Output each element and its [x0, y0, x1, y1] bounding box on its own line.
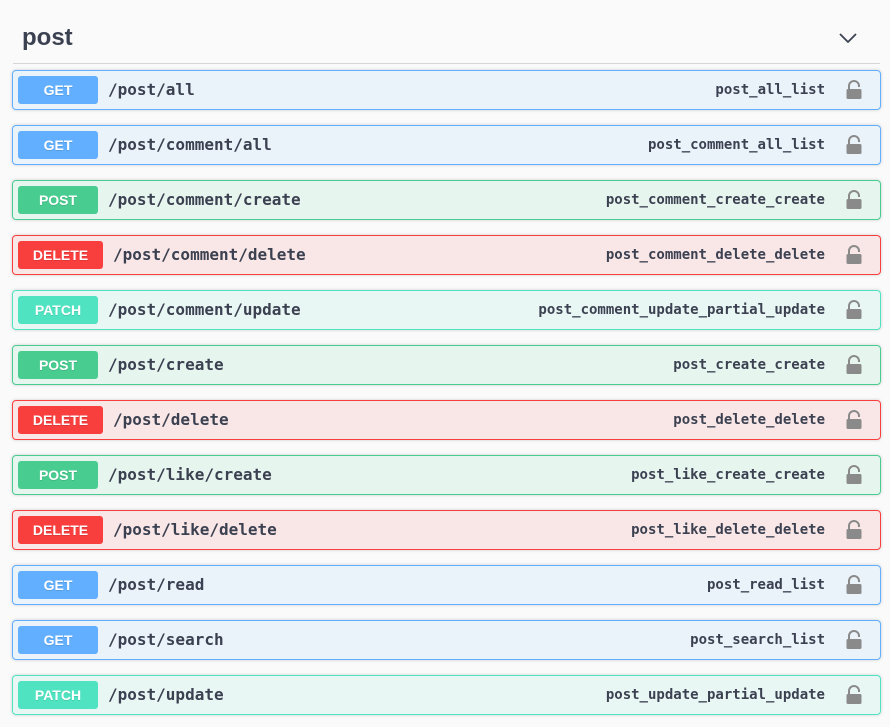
- operation-id: post_comment_create_create: [605, 192, 825, 208]
- operation-path: /post/read: [108, 575, 205, 594]
- operation-path: /post/create: [108, 355, 224, 374]
- operation-id: post_update_partial_update: [605, 687, 825, 703]
- lock-icon[interactable]: [845, 135, 863, 155]
- method-badge: DELETE: [18, 406, 103, 434]
- tag-header[interactable]: post: [13, 14, 880, 64]
- operation-row-post[interactable]: POST/post/comment/create post_comment_cre…: [12, 180, 881, 220]
- operation-path: /post/all: [108, 80, 195, 99]
- operation-id: post_comment_all_list: [647, 137, 825, 153]
- operation-row-patch[interactable]: PATCH/post/comment/update post_comment_up…: [12, 290, 881, 330]
- method-badge: DELETE: [18, 241, 103, 269]
- method-badge: PATCH: [18, 681, 98, 709]
- operation-row-delete[interactable]: DELETE/post/delete post_delete_delete: [12, 400, 881, 440]
- method-badge: DELETE: [18, 516, 103, 544]
- lock-icon[interactable]: [845, 630, 863, 650]
- operation-row-delete[interactable]: DELETE/post/like/delete post_like_delete_…: [12, 510, 881, 550]
- lock-icon[interactable]: [845, 520, 863, 540]
- tag-title: post: [22, 24, 73, 51]
- method-badge: POST: [18, 186, 98, 214]
- operation-path: /post/like/create: [108, 465, 272, 484]
- operation-path: /post/update: [108, 685, 224, 704]
- operation-row-patch[interactable]: PATCH/post/update post_update_partial_upd…: [12, 675, 881, 715]
- operation-id: post_comment_update_partial_update: [538, 302, 825, 318]
- method-badge: POST: [18, 351, 98, 379]
- method-badge: GET: [18, 131, 98, 159]
- operation-row-post[interactable]: POST/post/like/create post_like_create_cr…: [12, 455, 881, 495]
- lock-icon[interactable]: [845, 80, 863, 100]
- operation-row-get[interactable]: GET/post/comment/all post_comment_all_lis…: [12, 125, 881, 165]
- operation-row-get[interactable]: GET/post/all post_all_list: [12, 70, 881, 110]
- operation-row-get[interactable]: GET/post/search post_search_list: [12, 620, 881, 660]
- lock-icon[interactable]: [845, 685, 863, 705]
- lock-icon[interactable]: [845, 410, 863, 430]
- chevron-down-icon[interactable]: [836, 26, 860, 50]
- lock-icon[interactable]: [845, 355, 863, 375]
- method-badge: GET: [18, 626, 98, 654]
- operations-list: GET/post/all post_all_list GET/post/commen…: [12, 70, 881, 727]
- lock-icon[interactable]: [845, 575, 863, 595]
- method-badge: GET: [18, 76, 98, 104]
- operation-row-get[interactable]: GET/post/read post_read_list: [12, 565, 881, 605]
- lock-icon[interactable]: [845, 300, 863, 320]
- operation-path: /post/comment/update: [108, 300, 301, 319]
- operation-id: post_all_list: [715, 82, 825, 98]
- operation-path: /post/comment/delete: [113, 245, 306, 264]
- operation-path: /post/comment/create: [108, 190, 301, 209]
- operation-path: /post/search: [108, 630, 224, 649]
- method-badge: POST: [18, 461, 98, 489]
- operation-id: post_read_list: [706, 577, 825, 593]
- method-badge: PATCH: [18, 296, 98, 324]
- operation-path: /post/comment/all: [108, 135, 272, 154]
- operation-id: post_like_delete_delete: [631, 522, 825, 538]
- operation-id: post_comment_delete_delete: [605, 247, 825, 263]
- operation-id: post_delete_delete: [673, 412, 825, 428]
- operation-path: /post/like/delete: [113, 520, 277, 539]
- tag-section-post: post GET/post/all post_all_list GET/post/c…: [0, 0, 890, 727]
- operation-id: post_create_create: [673, 357, 825, 373]
- operation-id: post_like_create_create: [631, 467, 825, 483]
- lock-icon[interactable]: [845, 190, 863, 210]
- operation-row-post[interactable]: POST/post/create post_create_create: [12, 345, 881, 385]
- operation-path: /post/delete: [113, 410, 229, 429]
- method-badge: GET: [18, 571, 98, 599]
- lock-icon[interactable]: [845, 245, 863, 265]
- lock-icon[interactable]: [845, 465, 863, 485]
- operation-row-delete[interactable]: DELETE/post/comment/delete post_comment_d…: [12, 235, 881, 275]
- operation-id: post_search_list: [690, 632, 825, 648]
